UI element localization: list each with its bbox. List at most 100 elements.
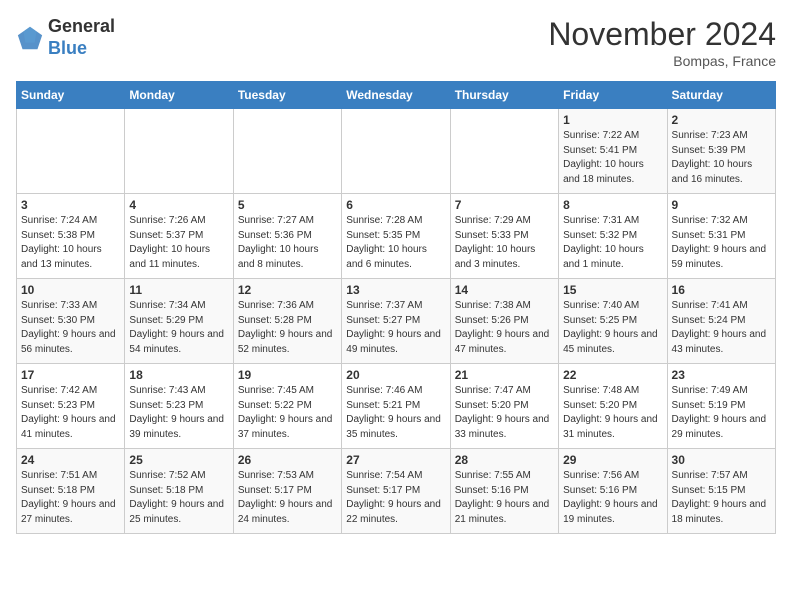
day-info: Sunrise: 7:33 AM Sunset: 5:30 PM Dayligh…	[21, 299, 120, 357]
calendar-cell: 27Sunrise: 7:54 AM Sunset: 5:17 PM Dayli…	[342, 449, 450, 534]
day-number: 24	[21, 453, 120, 467]
calendar-cell	[17, 109, 125, 194]
calendar-header: Sunday Monday Tuesday Wednesday Thursday…	[17, 82, 776, 109]
logo-blue: Blue	[48, 38, 87, 58]
calendar-cell: 18 Sunrise: 7:43 AM Sunset: 5:23 PM Dayli…	[125, 364, 233, 449]
day-info: Sunrise: 7:47 AM Sunset: 5:20 PM Dayligh…	[455, 384, 554, 442]
calendar-cell: 13 Sunrise: 7:37 AM Sunset: 5:27 PM Dayli…	[342, 279, 450, 364]
month-title: November 2024	[548, 16, 776, 53]
day-info: Sunrise: 7:23 AM Sunset: 5:39 PM Dayligh…	[672, 129, 771, 187]
day-info: Sunrise: 7:32 AM Sunset: 5:31 PM Dayligh…	[672, 214, 771, 272]
day-number: 14	[455, 283, 554, 297]
calendar-cell: 1 Sunrise: 7:22 AM Sunset: 5:41 PM Daylig…	[559, 109, 667, 194]
location: Bompas, France	[548, 53, 776, 69]
calendar-week-2: 3 Sunrise: 7:24 AM Sunset: 5:38 PM Daylig…	[17, 194, 776, 279]
day-info: Sunrise: 7:42 AM Sunset: 5:23 PM Dayligh…	[21, 384, 120, 442]
day-number: 23	[672, 368, 771, 382]
day-info: Sunrise: 7:57 AM Sunset: 5:15 PM Dayligh…	[672, 469, 771, 527]
calendar-cell: 4 Sunrise: 7:26 AM Sunset: 5:37 PM Daylig…	[125, 194, 233, 279]
day-info: Sunrise: 7:40 AM Sunset: 5:25 PM Dayligh…	[563, 299, 662, 357]
day-info: Sunrise: 7:55 AM Sunset: 5:16 PM Dayligh…	[455, 469, 554, 527]
calendar-cell: 30 Sunrise: 7:57 AM Sunset: 5:15 PM Dayli…	[667, 449, 775, 534]
calendar-cell: 26Sunrise: 7:53 AM Sunset: 5:17 PM Dayli…	[233, 449, 341, 534]
day-info: Sunrise: 7:49 AM Sunset: 5:19 PM Dayligh…	[672, 384, 771, 442]
logo: General Blue	[16, 16, 115, 59]
calendar-cell: 29 Sunrise: 7:56 AM Sunset: 5:16 PM Dayli…	[559, 449, 667, 534]
day-number: 30	[672, 453, 771, 467]
calendar-cell: 5Sunrise: 7:27 AM Sunset: 5:36 PM Daylig…	[233, 194, 341, 279]
day-number: 11	[129, 283, 228, 297]
calendar-cell: 10 Sunrise: 7:33 AM Sunset: 5:30 PM Dayli…	[17, 279, 125, 364]
day-number: 10	[21, 283, 120, 297]
calendar-cell: 22 Sunrise: 7:48 AM Sunset: 5:20 PM Dayli…	[559, 364, 667, 449]
calendar-cell	[450, 109, 558, 194]
header-wednesday: Wednesday	[342, 82, 450, 109]
day-info: Sunrise: 7:24 AM Sunset: 5:38 PM Dayligh…	[21, 214, 120, 272]
day-number: 3	[21, 198, 120, 212]
day-info: Sunrise: 7:31 AM Sunset: 5:32 PM Dayligh…	[563, 214, 662, 272]
day-number: 28	[455, 453, 554, 467]
day-info: Sunrise: 7:56 AM Sunset: 5:16 PM Dayligh…	[563, 469, 662, 527]
day-number: 6	[346, 198, 445, 212]
calendar-cell: 2 Sunrise: 7:23 AM Sunset: 5:39 PM Daylig…	[667, 109, 775, 194]
day-number: 15	[563, 283, 662, 297]
day-info: Sunrise: 7:26 AM Sunset: 5:37 PM Dayligh…	[129, 214, 228, 272]
calendar-table: Sunday Monday Tuesday Wednesday Thursday…	[16, 81, 776, 534]
header-monday: Monday	[125, 82, 233, 109]
day-info: Sunrise: 7:38 AM Sunset: 5:26 PM Dayligh…	[455, 299, 554, 357]
header-sunday: Sunday	[17, 82, 125, 109]
day-number: 8	[563, 198, 662, 212]
header-row: Sunday Monday Tuesday Wednesday Thursday…	[17, 82, 776, 109]
day-info: Sunrise: 7:37 AM Sunset: 5:27 PM Dayligh…	[346, 299, 445, 357]
calendar-cell: 16 Sunrise: 7:41 AM Sunset: 5:24 PM Dayli…	[667, 279, 775, 364]
calendar-cell: 3 Sunrise: 7:24 AM Sunset: 5:38 PM Daylig…	[17, 194, 125, 279]
calendar-cell	[233, 109, 341, 194]
title-block: November 2024 Bompas, France	[548, 16, 776, 69]
day-number: 7	[455, 198, 554, 212]
calendar-week-5: 24Sunrise: 7:51 AM Sunset: 5:18 PM Dayli…	[17, 449, 776, 534]
header-friday: Friday	[559, 82, 667, 109]
calendar-cell: 20Sunrise: 7:46 AM Sunset: 5:21 PM Dayli…	[342, 364, 450, 449]
calendar-cell: 28 Sunrise: 7:55 AM Sunset: 5:16 PM Dayli…	[450, 449, 558, 534]
day-number: 16	[672, 283, 771, 297]
day-number: 4	[129, 198, 228, 212]
day-number: 17	[21, 368, 120, 382]
day-number: 29	[563, 453, 662, 467]
day-number: 1	[563, 113, 662, 127]
calendar-cell: 23 Sunrise: 7:49 AM Sunset: 5:19 PM Dayli…	[667, 364, 775, 449]
day-number: 2	[672, 113, 771, 127]
calendar-cell: 9Sunrise: 7:32 AM Sunset: 5:31 PM Daylig…	[667, 194, 775, 279]
calendar-cell	[342, 109, 450, 194]
logo-icon	[16, 24, 44, 52]
day-info: Sunrise: 7:36 AM Sunset: 5:28 PM Dayligh…	[238, 299, 337, 357]
day-info: Sunrise: 7:41 AM Sunset: 5:24 PM Dayligh…	[672, 299, 771, 357]
calendar-cell: 21Sunrise: 7:47 AM Sunset: 5:20 PM Dayli…	[450, 364, 558, 449]
page-header: General Blue November 2024 Bompas, Franc…	[16, 16, 776, 69]
day-info: Sunrise: 7:28 AM Sunset: 5:35 PM Dayligh…	[346, 214, 445, 272]
day-info: Sunrise: 7:43 AM Sunset: 5:23 PM Dayligh…	[129, 384, 228, 442]
calendar-cell: 7Sunrise: 7:29 AM Sunset: 5:33 PM Daylig…	[450, 194, 558, 279]
header-thursday: Thursday	[450, 82, 558, 109]
calendar-cell: 15 Sunrise: 7:40 AM Sunset: 5:25 PM Dayli…	[559, 279, 667, 364]
calendar-cell: 25Sunrise: 7:52 AM Sunset: 5:18 PM Dayli…	[125, 449, 233, 534]
calendar-body: 1 Sunrise: 7:22 AM Sunset: 5:41 PM Daylig…	[17, 109, 776, 534]
day-number: 13	[346, 283, 445, 297]
day-number: 18	[129, 368, 228, 382]
day-info: Sunrise: 7:22 AM Sunset: 5:41 PM Dayligh…	[563, 129, 662, 187]
day-info: Sunrise: 7:48 AM Sunset: 5:20 PM Dayligh…	[563, 384, 662, 442]
day-number: 5	[238, 198, 337, 212]
calendar-week-1: 1 Sunrise: 7:22 AM Sunset: 5:41 PM Daylig…	[17, 109, 776, 194]
calendar-cell: 12 Sunrise: 7:36 AM Sunset: 5:28 PM Dayli…	[233, 279, 341, 364]
calendar-cell: 19 Sunrise: 7:45 AM Sunset: 5:22 PM Dayli…	[233, 364, 341, 449]
calendar-cell: 6 Sunrise: 7:28 AM Sunset: 5:35 PM Daylig…	[342, 194, 450, 279]
day-info: Sunrise: 7:46 AM Sunset: 5:21 PM Dayligh…	[346, 384, 445, 442]
calendar-cell: 8 Sunrise: 7:31 AM Sunset: 5:32 PM Daylig…	[559, 194, 667, 279]
header-saturday: Saturday	[667, 82, 775, 109]
day-number: 19	[238, 368, 337, 382]
day-number: 25	[129, 453, 228, 467]
calendar-cell: 17 Sunrise: 7:42 AM Sunset: 5:23 PM Dayli…	[17, 364, 125, 449]
day-number: 22	[563, 368, 662, 382]
day-info: Sunrise: 7:45 AM Sunset: 5:22 PM Dayligh…	[238, 384, 337, 442]
day-number: 12	[238, 283, 337, 297]
day-info: Sunrise: 7:53 AM Sunset: 5:17 PM Dayligh…	[238, 469, 337, 527]
